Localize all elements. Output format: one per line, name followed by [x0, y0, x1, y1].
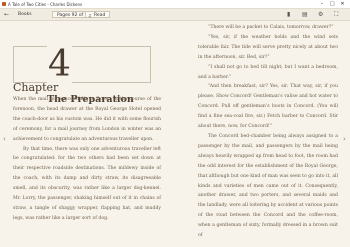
left-text-column: When the mail got successfully to Dover,… — [13, 95, 161, 224]
back-arrow-icon[interactable]: ← — [4, 11, 9, 18]
bookmark-icon[interactable]: ▮ — [287, 11, 290, 18]
reader-page: ‹ › Chapter 4 The Preparation When the m… — [0, 21, 350, 247]
paragraph: “There will be a packet to Calais, tomor… — [208, 25, 334, 30]
prev-page-icon[interactable]: ‹ — [3, 135, 6, 143]
minimize-icon[interactable]: – — [317, 1, 326, 7]
bookmarks-list-icon[interactable]: ▤ — [302, 11, 308, 18]
next-page-icon[interactable]: › — [343, 135, 346, 143]
read-aloud-button[interactable]: ♫ Read — [85, 11, 111, 18]
speaker-icon: ♫ — [88, 13, 92, 18]
chapter-number: 4 — [47, 44, 72, 85]
read-aloud-label: Read — [94, 13, 106, 18]
chapter-heading-frame — [13, 46, 151, 83]
paragraph: The Concord bed-chamber being always ass… — [198, 133, 338, 239]
paragraph: “I shall not go to bed till night; but I… — [198, 64, 338, 80]
window-title: A Tale of Two Cities - Charles Dickens — [8, 1, 83, 7]
fullscreen-icon[interactable]: ⛶ — [334, 11, 338, 18]
paragraph: When the mail got successfully to Dover,… — [13, 97, 161, 142]
close-icon[interactable]: ✕ — [338, 1, 347, 7]
title-bar: A Tale of Two Cities - Charles Dickens –… — [0, 0, 350, 9]
app-icon — [2, 2, 6, 6]
settings-icon[interactable]: ⚙ — [318, 11, 323, 18]
paragraph: “And then breakfast, sir? Yes, sir. That… — [198, 84, 338, 130]
paragraph: By that time, there was only one adventu… — [13, 146, 161, 221]
window-controls: – □ ✕ — [317, 1, 347, 7]
paragraph: “Yes, sir, if the weather holds and the … — [198, 34, 338, 60]
toolbar: ← Books Pages 92 of 137 ♫ Read ▮ ▤ ⚙ ⛶ — [0, 9, 350, 21]
right-text-column: “There will be a packet to Calais, tomor… — [198, 23, 338, 241]
maximize-icon[interactable]: □ — [328, 1, 337, 7]
books-button[interactable]: Books — [14, 11, 36, 18]
